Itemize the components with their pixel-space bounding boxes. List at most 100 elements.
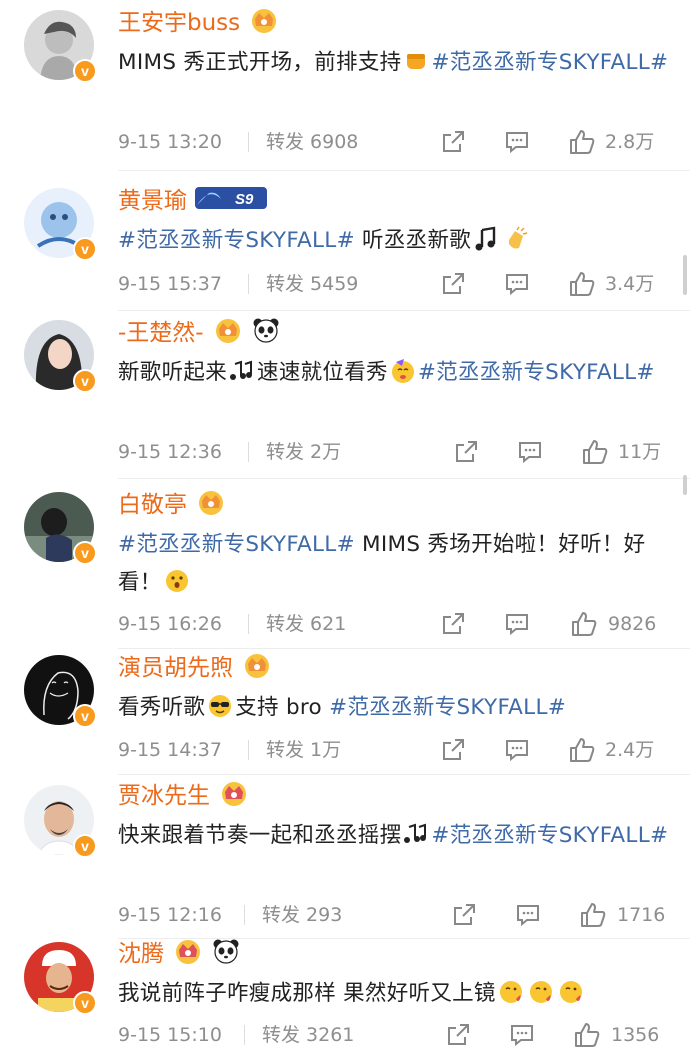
like-icon[interactable]: [573, 1021, 601, 1049]
topic-tag[interactable]: #范丞丞新专SKYFALL#: [431, 823, 668, 848]
forward-count[interactable]: 转发 6908: [266, 127, 358, 157]
divider: [118, 478, 690, 479]
like-icon[interactable]: [570, 610, 598, 638]
avatar[interactable]: v: [24, 492, 97, 565]
user-name[interactable]: 演员胡先煦: [118, 648, 233, 682]
like-icon[interactable]: [568, 736, 596, 764]
post-time: 9-15 12:16: [118, 904, 222, 926]
avatar[interactable]: v: [24, 320, 97, 393]
like-count: 1356: [611, 1024, 660, 1046]
s9-badge-icon: S9: [195, 187, 267, 209]
crown-icon: [252, 9, 277, 33]
topic-tag[interactable]: #范丞丞新专SKYFALL#: [118, 228, 355, 253]
comment-icon[interactable]: [515, 902, 541, 928]
crown-icon: [215, 319, 240, 343]
clap-emoji-icon: [509, 226, 528, 249]
share-icon[interactable]: [453, 439, 479, 465]
verified-icon: v: [73, 59, 97, 83]
comment-icon[interactable]: [509, 1022, 535, 1048]
surprised-emoji-icon: [165, 570, 188, 592]
scrollbar[interactable]: [683, 255, 687, 295]
comment-text: 快来跟着节奏一起和丞丞摇摆 #范丞丞新专SKYFALL#: [118, 817, 678, 855]
crown-icon: [222, 782, 246, 806]
user-name[interactable]: 沈腾: [118, 934, 164, 968]
like-icon[interactable]: [568, 128, 596, 156]
topic-tag[interactable]: #范丞丞新专SKYFALL#: [118, 532, 355, 557]
fist-emoji-icon: [407, 54, 426, 69]
forward-count[interactable]: 转发 1万: [266, 735, 341, 765]
share-icon[interactable]: [440, 129, 466, 155]
music-notes-icon: [230, 360, 253, 380]
post-time: 9-15 15:10: [118, 1024, 222, 1046]
forward-count[interactable]: 转发 2万: [266, 437, 341, 467]
divider: [118, 310, 690, 311]
verified-icon: v: [73, 704, 97, 728]
comment-icon[interactable]: [504, 737, 530, 763]
crown-icon: [199, 491, 223, 515]
forward-count[interactable]: 转发 293: [262, 900, 342, 930]
avatar[interactable]: v: [24, 785, 97, 858]
share-icon[interactable]: [440, 737, 466, 763]
svg-text:S9: S9: [235, 191, 254, 208]
verified-icon: v: [73, 541, 97, 565]
like-icon[interactable]: [568, 270, 596, 298]
user-name[interactable]: 贾冰先生: [118, 776, 210, 810]
topic-tag[interactable]: #范丞丞新专SKYFALL#: [418, 360, 655, 385]
avatar[interactable]: v: [24, 942, 97, 1015]
sunglasses-emoji-icon: [209, 695, 232, 717]
panda-icon: [253, 318, 279, 343]
divider: [118, 774, 690, 775]
forward-count[interactable]: 转发 621: [266, 609, 346, 639]
like-count: 2.8万: [605, 131, 655, 153]
like-count: 1716: [617, 904, 666, 926]
comment-text-part: 看秀听歌: [118, 695, 206, 720]
share-icon[interactable]: [440, 271, 466, 297]
verified-icon: v: [73, 237, 97, 261]
forward-count[interactable]: 转发 3261: [262, 1020, 354, 1049]
verified-icon: v: [73, 369, 97, 393]
avatar[interactable]: v: [24, 655, 97, 728]
post-time: 9-15 16:26: [118, 613, 222, 635]
like-icon[interactable]: [579, 901, 607, 929]
crown-icon: [176, 940, 200, 964]
comment-text-part: 新歌听起来: [118, 360, 228, 385]
share-icon[interactable]: [451, 902, 477, 928]
post-time: 9-15 14:37: [118, 739, 222, 761]
comment-text: 看秀听歌 支持 bro #范丞丞新专SKYFALL#: [118, 689, 678, 727]
divider: [118, 170, 690, 171]
post-time: 9-15 12:36: [118, 441, 222, 463]
comment-text-part: MIMS 秀正式开场，前排支持: [118, 50, 402, 75]
post-time: 9-15 15:37: [118, 273, 222, 295]
topic-tag[interactable]: #范丞丞新专SKYFALL#: [431, 50, 668, 75]
forward-count[interactable]: 转发 5459: [266, 269, 358, 299]
comment-icon[interactable]: [504, 611, 530, 637]
party-emoji-icon: [391, 359, 414, 383]
comment-icon[interactable]: [504, 271, 530, 297]
comment-text: 我说前阵子咋瘦成那样 果然好听又上镜: [118, 975, 678, 1013]
comment-text: MIMS 秀正式开场，前排支持 #范丞丞新专SKYFALL#: [118, 44, 678, 82]
music-notes-icon: [404, 823, 427, 843]
comment-text: #范丞丞新专SKYFALL# MIMS 秀场开始啦！好听！好看！: [118, 526, 678, 602]
kiss-emoji-icon: [559, 981, 582, 1003]
scrollbar[interactable]: [683, 475, 687, 495]
avatar[interactable]: v: [24, 10, 97, 83]
topic-tag[interactable]: #范丞丞新专SKYFALL#: [329, 695, 566, 720]
kiss-emoji-icon: [529, 981, 552, 1003]
comment-icon[interactable]: [504, 129, 530, 155]
comment-text-part: 快来跟着节奏一起和丞丞摇摆: [118, 823, 402, 848]
user-name[interactable]: 黄景瑜: [118, 181, 187, 215]
share-icon[interactable]: [445, 1022, 471, 1048]
avatar[interactable]: v: [24, 188, 97, 261]
crown-icon: [245, 654, 269, 678]
comment-text: #范丞丞新专SKYFALL# 听丞丞新歌: [118, 222, 678, 260]
comment-text-part: 支持 bro: [235, 695, 330, 720]
user-name[interactable]: -王楚然-: [118, 313, 204, 347]
user-name[interactable]: 王安宇buss: [118, 3, 240, 37]
like-icon[interactable]: [581, 438, 609, 466]
comment-text: 新歌听起来 速速就位看秀 #范丞丞新专SKYFALL#: [118, 354, 678, 392]
post-time: 9-15 13:20: [118, 131, 222, 153]
share-icon[interactable]: [440, 611, 466, 637]
user-name[interactable]: 白敬亭: [118, 485, 187, 519]
verified-icon: v: [73, 834, 97, 858]
comment-icon[interactable]: [517, 439, 543, 465]
